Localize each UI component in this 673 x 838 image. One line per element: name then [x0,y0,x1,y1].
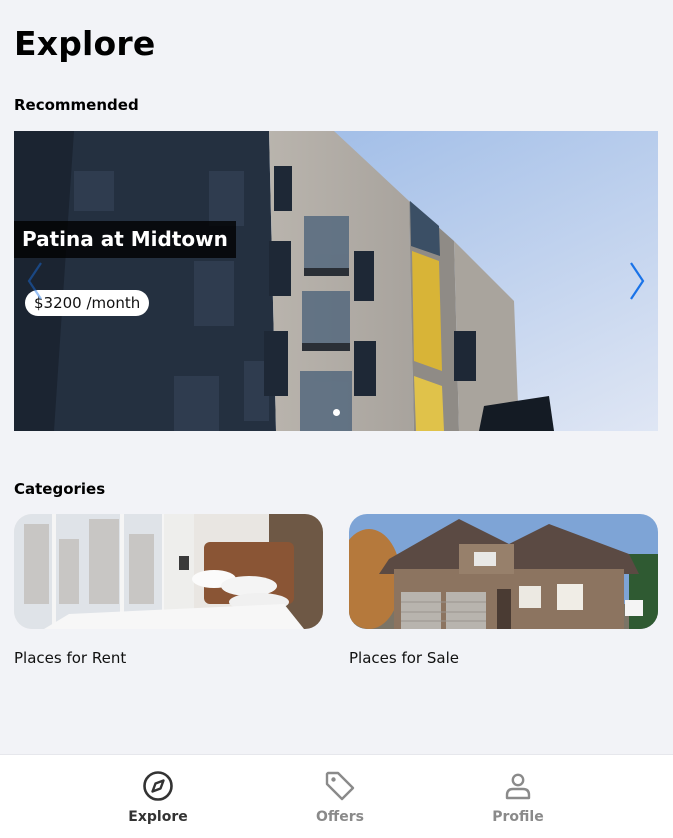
carousel-pagination [14,409,658,416]
carousel-dot[interactable] [332,409,340,416]
listing-name[interactable]: Patina at Midtown [14,221,236,258]
categories-heading: Categories [14,480,106,498]
page-title: Explore [14,24,156,63]
nav-item-explore[interactable]: Explore [98,755,218,838]
category-card-rent[interactable] [14,514,323,629]
compass-icon [141,769,175,803]
house-photo [349,514,658,629]
carousel-prev-button[interactable] [20,257,50,305]
bottom-nav: Explore Offers Profile [0,754,673,838]
nav-label-profile: Profile [492,809,544,825]
person-icon [501,769,535,803]
chevron-right-icon [630,262,645,300]
tag-icon [323,769,357,803]
category-label-sale[interactable]: Places for Sale [349,649,459,667]
nav-label-explore: Explore [128,809,188,825]
chevron-left-icon [27,262,42,300]
explore-screen: Explore Recommended Patina at Midtown $3… [0,0,673,838]
nav-item-offers[interactable]: Offers [280,755,400,838]
recommended-carousel[interactable]: Patina at Midtown $3200 /month [14,131,658,431]
category-label-rent[interactable]: Places for Rent [14,649,126,667]
carousel-next-button[interactable] [622,257,652,305]
category-card-sale[interactable] [349,514,658,629]
listing-photo [14,131,658,431]
recommended-heading: Recommended [14,96,139,114]
bedroom-photo [14,514,323,629]
nav-item-profile[interactable]: Profile [458,755,578,838]
nav-label-offers: Offers [316,809,364,825]
